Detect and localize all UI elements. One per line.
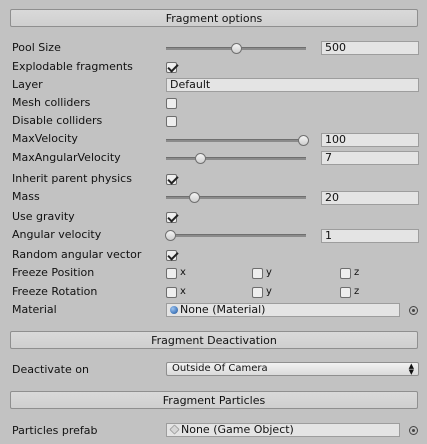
particles-prefab-field[interactable]: None (Game Object): [166, 423, 400, 437]
deactivate-on-value: Outside Of Camera: [172, 363, 268, 374]
mesh-colliders-checkbox[interactable]: [166, 98, 177, 109]
angular-velocity-label: Angular velocity: [12, 228, 102, 241]
mass-field[interactable]: 20: [321, 191, 419, 205]
disable-colliders-checkbox[interactable]: [166, 116, 177, 127]
freeze-position-z-checkbox[interactable]: [340, 268, 351, 279]
slider-track: [166, 234, 306, 237]
slider-thumb[interactable]: [298, 135, 310, 146]
freeze-rotation-z-checkbox[interactable]: [340, 287, 351, 298]
freeze-position-y-label: y: [266, 267, 272, 278]
material-field[interactable]: None (Material): [166, 303, 400, 317]
pool-size-label: Pool Size: [12, 41, 61, 54]
slider-track: [166, 157, 306, 160]
inherit-parent-physics-label: Inherit parent physics: [12, 172, 132, 185]
max-velocity-field[interactable]: 100: [321, 133, 419, 147]
use-gravity-checkbox[interactable]: [166, 212, 177, 223]
deactivate-on-dropdown[interactable]: Outside Of Camera ▲ ▼: [166, 362, 419, 376]
mesh-colliders-label: Mesh colliders: [12, 96, 91, 109]
freeze-position-label: Freeze Position: [12, 266, 95, 279]
disable-colliders-label: Disable colliders: [12, 114, 103, 127]
pool-size-field[interactable]: 500: [321, 41, 419, 55]
freeze-position-x-label: x: [180, 267, 186, 278]
game-object-icon: [169, 424, 180, 435]
explodable-fragments-checkbox[interactable]: [166, 62, 177, 73]
material-value: None (Material): [180, 303, 266, 316]
random-angular-vector-checkbox[interactable]: [166, 250, 177, 261]
use-gravity-label: Use gravity: [12, 210, 75, 223]
freeze-rotation-y-checkbox[interactable]: [252, 287, 263, 298]
freeze-rotation-label: Freeze Rotation: [12, 285, 98, 298]
particles-prefab-picker-icon[interactable]: [409, 426, 418, 435]
layer-label: Layer: [12, 78, 43, 91]
section-header-fragment-options[interactable]: Fragment options: [10, 9, 418, 27]
section-header-fragment-deactivation[interactable]: Fragment Deactivation: [10, 331, 418, 349]
random-angular-vector-label: Random angular vector: [12, 248, 142, 261]
explodable-fragments-label: Explodable fragments: [12, 60, 133, 73]
slider-track: [166, 196, 306, 199]
slider-thumb[interactable]: [194, 153, 206, 164]
max-velocity-label: MaxVelocity: [12, 132, 78, 145]
particles-prefab-value: None (Game Object): [181, 423, 294, 436]
max-velocity-slider[interactable]: [166, 132, 310, 148]
angular-velocity-slider[interactable]: [165, 227, 306, 243]
slider-track: [166, 139, 306, 142]
freeze-rotation-y-label: y: [266, 286, 272, 297]
inherit-parent-physics-checkbox[interactable]: [166, 174, 177, 185]
material-picker-icon[interactable]: [409, 306, 418, 315]
slider-thumb[interactable]: [165, 230, 177, 241]
max-angular-velocity-slider[interactable]: [166, 150, 306, 166]
mass-label: Mass: [12, 190, 40, 203]
material-label: Material: [12, 303, 57, 316]
slider-thumb[interactable]: [231, 43, 242, 54]
max-angular-velocity-label: MaxAngularVelocity: [12, 151, 121, 164]
freeze-rotation-x-label: x: [180, 286, 186, 297]
dropdown-arrows-icon: ▲ ▼: [408, 362, 414, 376]
particles-prefab-label: Particles prefab: [12, 424, 98, 437]
section-header-fragment-particles[interactable]: Fragment Particles: [10, 391, 418, 409]
max-angular-velocity-field[interactable]: 7: [321, 151, 419, 165]
freeze-position-x-checkbox[interactable]: [166, 268, 177, 279]
mass-slider[interactable]: [166, 189, 306, 205]
angular-velocity-field[interactable]: 1: [321, 229, 419, 243]
layer-field[interactable]: Default: [166, 78, 419, 92]
freeze-position-y-checkbox[interactable]: [252, 268, 263, 279]
material-sphere-icon: [170, 306, 178, 314]
pool-size-slider[interactable]: [166, 40, 306, 56]
slider-thumb[interactable]: [189, 192, 200, 203]
freeze-position-z-label: z: [354, 267, 360, 278]
deactivate-on-label: Deactivate on: [12, 363, 89, 376]
freeze-rotation-z-label: z: [354, 286, 360, 297]
freeze-rotation-x-checkbox[interactable]: [166, 287, 177, 298]
